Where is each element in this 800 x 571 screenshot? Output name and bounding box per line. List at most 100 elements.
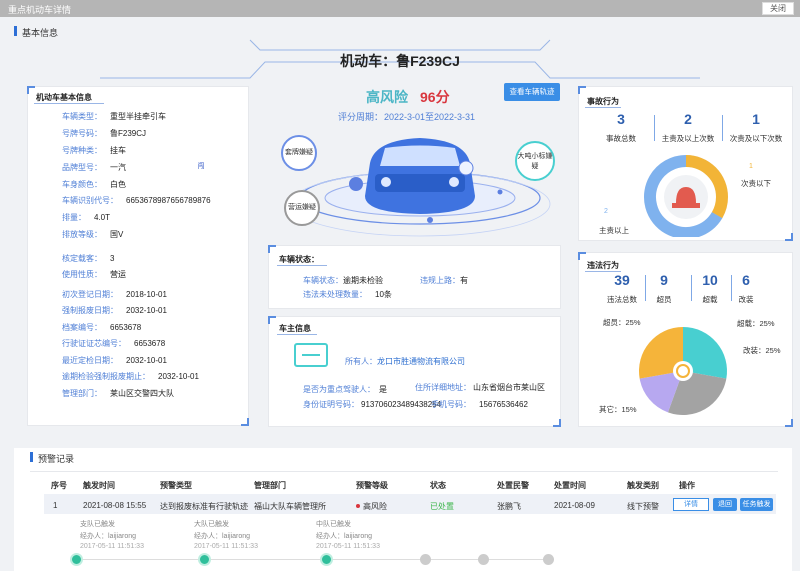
accident-major-label: 主责及以上次数 bbox=[661, 134, 715, 143]
vehicle-field-row: 排放等级： 国V bbox=[62, 229, 123, 240]
vehicle-info-title: 机动车基本信息 bbox=[36, 93, 92, 102]
view-track-button[interactable]: 查看车辆轨迹 bbox=[504, 83, 560, 101]
vehicle-field-row: 行驶证证芯编号： 6653678 bbox=[62, 338, 165, 349]
vehicle-field-row: 初次登记日期： 2018-10-01 bbox=[62, 289, 167, 300]
pie-label-modify: 改装：25% bbox=[743, 346, 781, 355]
col-time: 触发时间 bbox=[83, 481, 115, 490]
vehicle-field-value: 国V bbox=[110, 230, 124, 239]
major-label: 主责以上 bbox=[599, 226, 629, 235]
vehicle-field-row: 强制报废日期： 2032-10-01 bbox=[62, 305, 167, 316]
vehicle-field-row: 逾期检验强制报废期止： 2032-10-01 bbox=[62, 371, 199, 382]
vehicle-status-card: 车辆状态： 车辆状态：逾期未检验 违规上路：有 违法未处理数量： 10条 bbox=[268, 245, 561, 309]
row-level: 高风险 bbox=[363, 502, 387, 511]
vehicle-field-value: 2032-10-01 bbox=[126, 356, 167, 365]
status-value: 逾期未检验 bbox=[343, 276, 383, 285]
violation-modify-label: 改装 bbox=[738, 295, 754, 304]
tag-clone-plate: 套牌嫌疑 bbox=[281, 135, 317, 171]
task-trigger-button[interactable]: 任务触发 bbox=[740, 498, 773, 511]
illegal-road-value: 有 bbox=[460, 276, 468, 285]
col-police: 处置民警 bbox=[497, 481, 529, 490]
vehicle-field-label: 管理部门： bbox=[62, 389, 102, 398]
detail-button[interactable]: 详情 bbox=[673, 498, 709, 511]
col-dept: 管理部门 bbox=[254, 481, 286, 490]
basic-section-title: 基本信息 bbox=[22, 28, 59, 38]
vehicle-field-value: 6653678987656789876 bbox=[126, 196, 211, 205]
key-driver-label: 是否为重点驾驶人： bbox=[303, 385, 375, 394]
timeline-step-1-operator: 经办人：laijiarong bbox=[80, 533, 137, 540]
vehicle-field-label: 排放等级： bbox=[62, 230, 102, 239]
vehicle-field-value: 莱山区交警四大队 bbox=[110, 389, 174, 398]
vehicle-field-label: 核定载客： bbox=[62, 254, 102, 263]
vehicle-field-value: 6653678 bbox=[110, 323, 142, 332]
minor-value: 1 bbox=[749, 163, 753, 170]
vehicle-field-row: 车辆类型： 重型半挂牵引车 bbox=[62, 111, 166, 122]
row-status: 已处置 bbox=[430, 502, 454, 511]
illegal-road-label: 违规上路： bbox=[420, 276, 460, 285]
car-tag: 闯 bbox=[197, 163, 205, 170]
vehicle-field-value: 2032-10-01 bbox=[158, 372, 199, 381]
col-type: 预警类型 bbox=[160, 481, 192, 490]
col-level: 预警等级 bbox=[356, 481, 388, 490]
key-driver-value: 是 bbox=[379, 385, 387, 394]
vehicle-field-row: 管理部门： 莱山区交警四大队 bbox=[62, 388, 174, 399]
table-row[interactable] bbox=[44, 494, 776, 514]
id-number-label: 身份证明号码： bbox=[303, 400, 359, 409]
vehicle-field-value: 白色 bbox=[110, 180, 126, 189]
close-button[interactable]: 关闭 bbox=[762, 2, 794, 15]
vehicle-field-value: 营运 bbox=[110, 270, 126, 279]
row-no: 1 bbox=[53, 501, 58, 510]
vehicle-field-value: 2032-10-01 bbox=[126, 306, 167, 315]
vehicle-field-label: 排量： bbox=[62, 213, 86, 222]
warnings-title: 预警记录 bbox=[38, 454, 75, 464]
vehicle-field-row: 号牌种类： 挂车 bbox=[62, 145, 126, 156]
accident-card: 事故行为 3 事故总数 2 主责及以上次数 1 次责及以下次数 1 次责以下 2… bbox=[578, 86, 793, 241]
col-status: 状态 bbox=[430, 481, 446, 490]
col-category: 触发类别 bbox=[627, 481, 659, 490]
vehicle-field-row: 排量： 4.0T bbox=[62, 212, 110, 223]
id-card-icon bbox=[294, 343, 328, 367]
id-number-value: 913706023489438254 bbox=[361, 400, 442, 409]
risk-score: 96分 bbox=[420, 89, 450, 105]
risk-level: 高风险 bbox=[366, 89, 408, 105]
timeline-step-1-time: 2017-05-11 11:51:33 bbox=[80, 543, 144, 550]
violation-pie bbox=[639, 327, 727, 415]
unprocessed-label: 违法未处理数量： bbox=[303, 290, 367, 299]
address-value: 山东省烟台市莱山区 bbox=[473, 383, 545, 392]
vehicle-field-value: 4.0T bbox=[94, 213, 111, 222]
col-actions: 操作 bbox=[679, 481, 695, 490]
accident-minor-label: 次责及以下次数 bbox=[729, 134, 783, 143]
violation-total: 39 bbox=[614, 272, 630, 288]
violation-overload-label: 超载 bbox=[702, 295, 718, 304]
timeline-step-3-title: 中队已触发 bbox=[316, 521, 351, 528]
accident-total-label: 事故总数 bbox=[606, 134, 636, 143]
vehicle-field-value: 一汽 bbox=[110, 163, 126, 172]
violation-modify: 6 bbox=[742, 272, 750, 288]
window-titlebar: 重点机动车详情 关闭 bbox=[0, 0, 800, 17]
vehicle-field-label: 车辆类型： bbox=[62, 112, 102, 121]
vehicle-field-label: 号牌号码： bbox=[62, 129, 102, 138]
vehicle-field-label: 最近定检日期： bbox=[62, 356, 118, 365]
vehicle-field-value: 6653678 bbox=[134, 339, 166, 348]
accident-title: 事故行为 bbox=[587, 97, 619, 106]
vehicle-field-value: 重型半挂牵引车 bbox=[110, 112, 166, 121]
timeline-step-3-operator: 经办人：laijiarong bbox=[316, 533, 373, 540]
section-marker bbox=[14, 26, 17, 36]
accident-donut bbox=[644, 155, 729, 237]
vehicle-field-label: 使用性质： bbox=[62, 270, 102, 279]
vehicle-field-row: 号牌号码： 鲁F239CJ bbox=[62, 128, 146, 139]
minor-label: 次责以下 bbox=[741, 179, 771, 188]
timeline-step-3-time: 2017-05-11 11:51:33 bbox=[316, 543, 380, 550]
timeline-dot-3 bbox=[320, 553, 333, 566]
return-button[interactable]: 退回 bbox=[713, 498, 737, 511]
row-police: 张鹏飞 bbox=[497, 502, 521, 511]
row-handle-time: 2021-08-09 bbox=[554, 501, 595, 510]
timeline-dot-5 bbox=[478, 554, 489, 565]
violation-overload: 10 bbox=[702, 272, 718, 288]
timeline-dot-2 bbox=[198, 553, 211, 566]
violation-title: 违法行为 bbox=[587, 261, 619, 270]
timeline-step-2-title: 大队已触发 bbox=[194, 521, 229, 528]
timeline-step-1-title: 支队已触发 bbox=[80, 521, 115, 528]
violation-total-label: 违法总数 bbox=[607, 295, 637, 304]
vehicle-field-row: 档案编号： 6653678 bbox=[62, 322, 141, 333]
vehicle-field-row: 最近定检日期： 2032-10-01 bbox=[62, 355, 167, 366]
